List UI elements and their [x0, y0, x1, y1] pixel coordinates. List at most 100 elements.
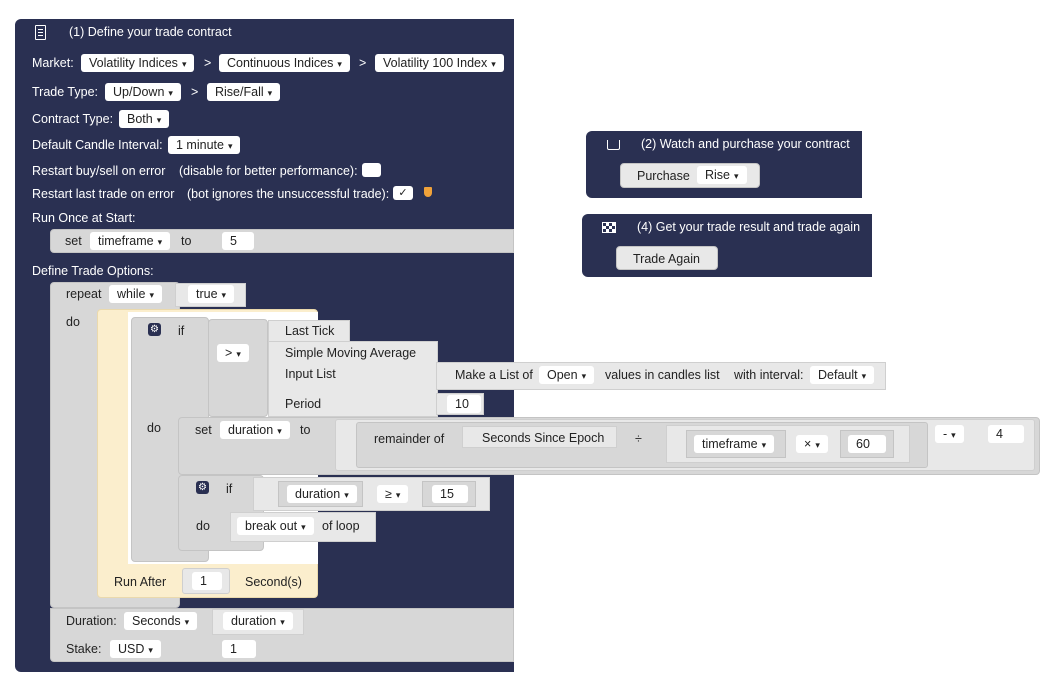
sma-label: Simple Moving Average: [285, 346, 417, 360]
true-value: true: [196, 287, 218, 301]
while-mode-dropdown[interactable]: while ▾: [109, 285, 163, 303]
trade-type-category-dropdown[interactable]: Up/Down ▾: [105, 83, 181, 101]
timeframe-getter-value: timeframe: [702, 437, 758, 451]
checkered-flag-icon: [602, 222, 616, 233]
gte-operator-dropdown[interactable]: ≥ ▾: [377, 485, 409, 503]
if-keyword: if: [178, 324, 185, 338]
sixty-value-input[interactable]: 60: [848, 435, 886, 453]
duration-value: duration: [231, 614, 277, 628]
while-mode-value: while: [117, 287, 146, 301]
repeat-keyword: repeat: [66, 287, 102, 301]
caret-down-icon: ▾: [280, 617, 285, 627]
compare-operator-value: >: [225, 346, 233, 360]
duration-getter-dropdown[interactable]: duration ▾: [287, 485, 357, 503]
interval-dropdown[interactable]: Default ▾: [810, 366, 875, 384]
fifteen-value-input[interactable]: 15: [432, 485, 468, 503]
run-once-label: Run Once at Start:: [32, 211, 136, 225]
duration-getter-value: duration: [295, 487, 341, 501]
candle-interval-dropdown[interactable]: 1 minute ▾: [168, 136, 241, 154]
period-value-input[interactable]: 10: [447, 395, 481, 413]
caret-down-icon: ▾: [267, 88, 273, 98]
divide-sign: ÷: [635, 432, 642, 446]
trade-again-label: Trade Again: [633, 252, 700, 266]
caret-down-icon: ▾: [734, 171, 739, 181]
submarket-dropdown[interactable]: Continuous Indices ▾: [219, 54, 350, 72]
restart-last-trade-hint: (bot ignores the unsuccessful trade):: [187, 187, 390, 201]
block2-title: (2) Watch and purchase your contract: [641, 137, 850, 151]
caret-down-icon: ▾: [221, 290, 227, 300]
caret-down-icon: ▾: [581, 371, 587, 381]
caret-down-icon: ▾: [236, 349, 241, 359]
subtract-operator-dropdown[interactable]: - ▾: [935, 425, 964, 443]
break-out-value: break out: [245, 519, 298, 533]
candle-field-dropdown[interactable]: Open ▾: [539, 366, 595, 384]
caret-down-icon: ▾: [337, 59, 342, 69]
compare-operator-dropdown[interactable]: > ▾: [217, 344, 249, 362]
caret-down-icon: ▾: [951, 430, 956, 440]
period-label: Period: [285, 397, 322, 411]
caret-down-icon: ▾: [157, 237, 163, 247]
do-keyword: do: [147, 421, 161, 435]
contract-type-dropdown[interactable]: Both ▾: [119, 110, 170, 128]
timeframe-value-input[interactable]: 5: [222, 232, 254, 250]
candle-interval-value: 1 minute: [176, 138, 224, 152]
make-list-label: Make a List of: [455, 368, 533, 382]
candle-field-value: Open: [547, 368, 578, 382]
contract-type-value: Both: [127, 112, 153, 126]
purchase-type-dropdown[interactable]: Rise ▾: [697, 166, 747, 184]
caret-down-icon: ▾: [277, 426, 282, 436]
basket-icon: [607, 140, 620, 150]
duration-variable-dropdown[interactable]: duration ▾: [220, 421, 290, 439]
caret-down-icon: ▾: [761, 440, 767, 450]
seconds-unit-label: Second(s): [245, 575, 302, 589]
stake-value-input[interactable]: 1: [222, 640, 256, 658]
symbol-dropdown[interactable]: Volatility 100 Index ▾: [375, 54, 504, 72]
block1-title: (1) Define your trade contract: [69, 25, 232, 39]
four-value-input[interactable]: 4: [988, 425, 1024, 443]
gear-icon[interactable]: ⚙: [148, 323, 161, 336]
caret-down-icon: ▾: [168, 88, 173, 98]
trade-type-value: Rise/Fall: [215, 85, 264, 99]
submarket-value: Continuous Indices: [227, 56, 334, 70]
warning-icon: [424, 187, 432, 197]
interval-value: Default: [818, 368, 858, 382]
seconds-since-epoch-label: Seconds Since Epoch: [482, 431, 605, 445]
run-after-keyword: Run After: [114, 575, 167, 589]
caret-down-icon: ▾: [227, 141, 233, 151]
restart-on-error-checkbox[interactable]: [362, 163, 381, 177]
set-keyword: set: [65, 234, 82, 248]
timeframe-getter-dropdown[interactable]: timeframe ▾: [694, 435, 775, 453]
define-trade-options-label: Define Trade Options:: [32, 264, 154, 278]
symbol-value: Volatility 100 Index: [383, 56, 488, 70]
block4-title: (4) Get your trade result and trade agai…: [637, 220, 861, 234]
run-after-value-input[interactable]: 1: [192, 572, 222, 590]
duration-unit-dropdown[interactable]: Seconds ▾: [124, 612, 198, 630]
caret-down-icon: ▾: [395, 490, 401, 500]
market-dropdown[interactable]: Volatility Indices ▾: [81, 54, 195, 72]
multiply-operator-dropdown[interactable]: × ▾: [796, 435, 828, 453]
caret-down-icon: ▾: [181, 59, 187, 69]
of-loop-label: of loop: [322, 519, 360, 533]
timeframe-variable-dropdown[interactable]: timeframe ▾: [90, 232, 171, 250]
caret-down-icon: ▾: [491, 59, 496, 69]
break-out-dropdown[interactable]: break out ▾: [237, 517, 314, 535]
duration-unit-value: Seconds: [132, 614, 181, 628]
restart-last-trade-checkbox[interactable]: ✓: [393, 186, 413, 200]
gear-icon[interactable]: ⚙: [196, 481, 209, 494]
true-dropdown[interactable]: true ▾: [188, 285, 235, 303]
trade-type-dropdown[interactable]: Rise/Fall ▾: [207, 83, 281, 101]
if-keyword: if: [226, 482, 233, 496]
trade-type-category-value: Up/Down: [113, 85, 165, 99]
values-in-candles-label: values in candles list: [605, 368, 720, 382]
duration-variable-value: duration: [228, 423, 274, 437]
to-keyword: to: [300, 423, 311, 437]
separator: >: [359, 56, 367, 70]
market-label: Market:: [32, 56, 74, 70]
restart-on-error-hint: (disable for better performance):: [179, 164, 358, 178]
currency-dropdown[interactable]: USD ▾: [110, 640, 161, 658]
timeframe-variable-value: timeframe: [98, 234, 154, 248]
duration-value-dropdown[interactable]: duration ▾: [223, 612, 293, 630]
caret-down-icon: ▾: [156, 115, 162, 125]
compare-block[interactable]: [208, 319, 268, 417]
caret-down-icon: ▾: [148, 645, 153, 655]
